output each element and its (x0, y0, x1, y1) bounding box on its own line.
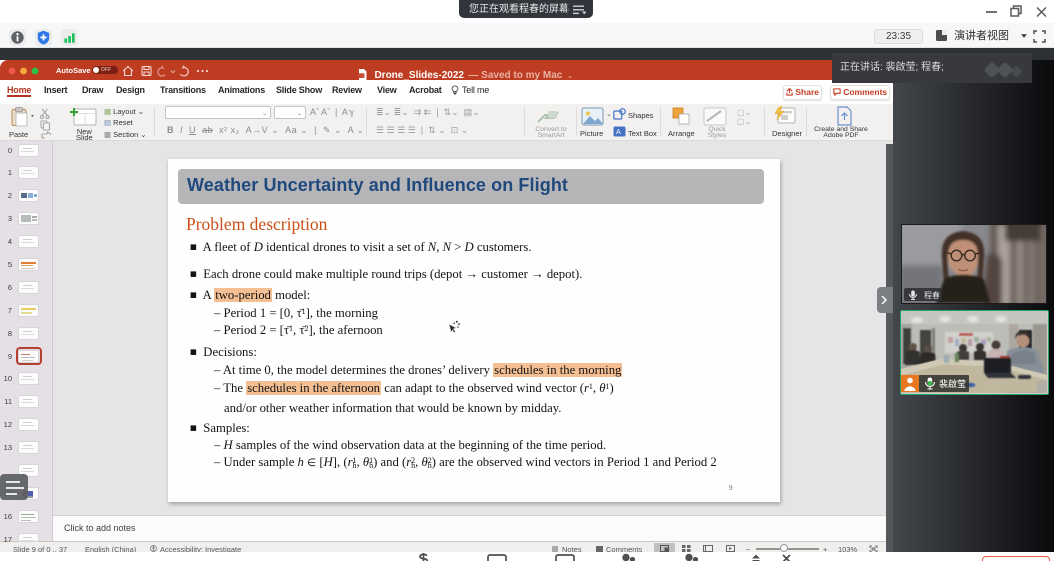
svg-text:程春: 程春 (924, 290, 940, 300)
svg-text:裴啟莹: 裴啟莹 (939, 378, 966, 389)
svg-text:A: A (616, 129, 621, 136)
